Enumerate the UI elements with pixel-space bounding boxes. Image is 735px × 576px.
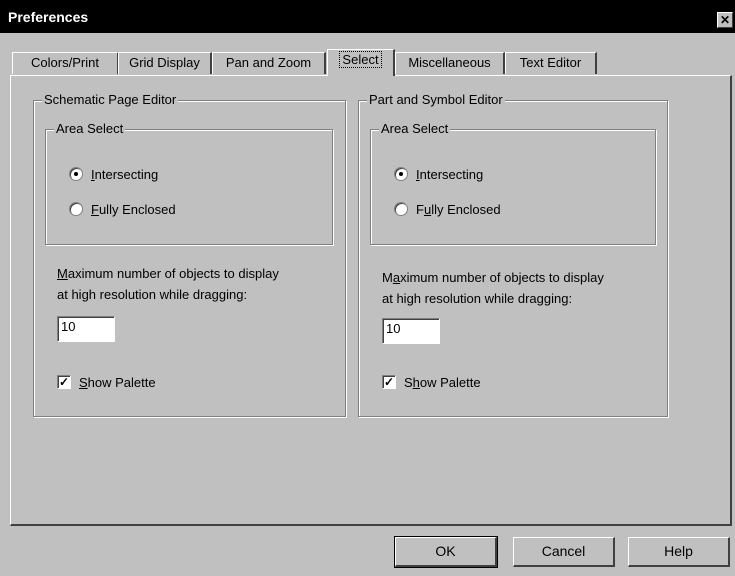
- part-area-select-group: Area Select Intersecting Fully Enclosed: [370, 121, 656, 245]
- radio-selected-icon: [69, 167, 83, 181]
- checkmark-icon: ✓: [57, 375, 71, 389]
- radio-unselected-icon: [69, 202, 83, 216]
- radio-unselected-icon: [394, 202, 408, 216]
- help-button[interactable]: Help: [628, 537, 730, 567]
- part-intersecting-radio[interactable]: Intersecting: [394, 165, 483, 183]
- schematic-show-palette-checkbox[interactable]: ✓ Show Palette: [57, 373, 156, 391]
- schematic-area-select-group: Area Select Intersecting Fully Enclosed: [45, 121, 333, 245]
- tab-text-editor[interactable]: Text Editor: [505, 52, 597, 74]
- schematic-fully-enclosed-radio[interactable]: Fully Enclosed: [69, 200, 176, 218]
- part-max-objects-label-line1: Maximum number of objects to display: [382, 270, 604, 285]
- schematic-group-title: Schematic Page Editor: [42, 92, 179, 108]
- part-symbol-group-title: Part and Symbol Editor: [367, 92, 505, 108]
- tab-pan-and-zoom[interactable]: Pan and Zoom: [212, 52, 326, 74]
- cancel-button[interactable]: Cancel: [513, 537, 615, 567]
- schematic-intersecting-radio[interactable]: Intersecting: [69, 165, 158, 183]
- close-icon: ✕: [719, 13, 731, 27]
- area-select-title: Area Select: [379, 121, 451, 137]
- part-max-objects-label-line2: at high resolution while dragging:: [382, 291, 573, 306]
- area-select-title: Area Select: [54, 121, 126, 137]
- tab-miscellaneous[interactable]: Miscellaneous: [395, 52, 505, 74]
- window-title: Preferences: [8, 9, 89, 25]
- schematic-max-objects-label-line1: Maximum number of objects to display: [57, 266, 279, 281]
- part-show-palette-checkbox[interactable]: ✓ Show Palette: [382, 373, 481, 391]
- ok-button[interactable]: OK: [394, 536, 498, 568]
- part-fully-enclosed-radio[interactable]: Fully Enclosed: [394, 200, 501, 218]
- tab-colors-print[interactable]: Colors/Print: [12, 52, 119, 74]
- schematic-max-objects-label-line2: at high resolution while dragging:: [57, 287, 248, 302]
- checkmark-icon: ✓: [382, 375, 396, 389]
- title-bar[interactable]: Preferences ✕: [0, 0, 735, 33]
- preferences-dialog: Preferences ✕ Colors/Print Grid Display …: [0, 0, 735, 576]
- tab-select[interactable]: Select: [327, 49, 395, 76]
- part-symbol-editor-group: Part and Symbol Editor Area Select Inter…: [358, 92, 668, 417]
- schematic-page-editor-group: Schematic Page Editor Area Select Inters…: [33, 92, 346, 417]
- schematic-max-objects-input[interactable]: 10: [57, 316, 115, 342]
- close-button[interactable]: ✕: [717, 12, 733, 28]
- part-max-objects-input[interactable]: 10: [382, 318, 440, 344]
- tab-grid-display[interactable]: Grid Display: [118, 52, 212, 74]
- radio-selected-icon: [394, 167, 408, 181]
